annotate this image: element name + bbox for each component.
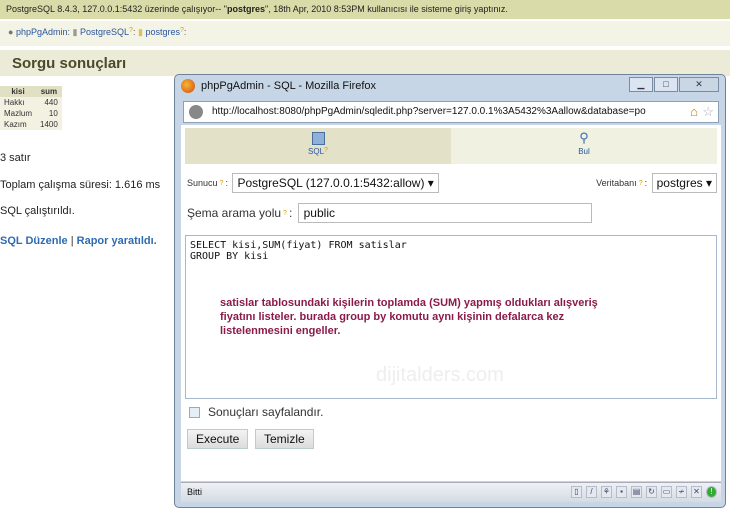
runtime: Toplam çalışma süresi: 1.616 ms	[0, 179, 161, 191]
row-count: 3 satır	[0, 152, 31, 164]
firefox-popup-window: phpPgAdmin - SQL - Mozilla Firefox ▁ □ ✕ h…	[174, 74, 726, 508]
executed-message: SQL çalıştırıldı.	[0, 205, 75, 217]
tab-find[interactable]: ⚲ Bul	[451, 128, 717, 164]
elephant-icon: ●	[8, 27, 14, 37]
paginate-checkbox[interactable]	[189, 406, 200, 418]
table-row: Mazlum 10	[0, 108, 62, 119]
status-bar: Bitti ▯ / ⚘ ▪ ▤ ↻ ▭ ≁ ✕!	[181, 482, 721, 502]
close-button[interactable]: ✕	[679, 77, 719, 92]
server-select[interactable]: PostgreSQL (127.0.0.1:5432:allow) ▾	[232, 173, 439, 193]
table-row: Kazım 1400	[0, 119, 62, 130]
sql-textarea[interactable]: SELECT kisi,SUM(fiyat) FROM satislar GRO…	[185, 235, 717, 399]
chart-icon[interactable]: ≁	[676, 486, 687, 498]
login-status-bar: PostgreSQL 8.4.3, 127.0.0.1:5432 üzerind…	[0, 0, 730, 19]
refresh-icon[interactable]: ↻	[646, 486, 657, 498]
schema-search-path-input[interactable]	[297, 203, 592, 223]
print-icon[interactable]: ▤	[631, 486, 642, 498]
report-link[interactable]: Rapor yaratıldı.	[77, 235, 157, 247]
page-icon[interactable]: ▯	[571, 486, 582, 498]
bookmark-star-icon[interactable]: ☆	[702, 104, 714, 120]
save-icon[interactable]: ▪	[616, 486, 627, 498]
window-title: phpPgAdmin - SQL - Mozilla Firefox	[181, 79, 376, 93]
annotation-note: satislar tablosundaki kişilerin toplamda…	[220, 297, 598, 337]
results-table: kisi sum Hakkı 440 Mazlum 10 Kazım 1400	[0, 86, 62, 130]
sql-icon	[311, 132, 325, 145]
action-links: SQL Düzenle | Rapor yaratıldı.	[0, 235, 157, 247]
tab-sql[interactable]: SQL?	[185, 128, 451, 164]
watermark: dijitalders.com	[376, 364, 504, 386]
firefox-icon	[181, 79, 195, 93]
breadcrumb-server[interactable]: PostgreSQL	[80, 27, 129, 37]
breadcrumb-app[interactable]: phpPgAdmin	[16, 27, 68, 37]
database-select[interactable]: postgres ▾	[651, 173, 717, 193]
minimize-button[interactable]: ▁	[629, 77, 653, 92]
breadcrumb: ● phpPgAdmin: ▮ PostgreSQL?: ▮ postgres?…	[0, 21, 730, 46]
pen-icon[interactable]: /	[586, 486, 597, 498]
edit-sql-link[interactable]: SQL Düzenle	[0, 235, 68, 247]
ok-status-icon[interactable]: !	[706, 486, 717, 498]
address-bar[interactable]: http://localhost:8080/phpPgAdmin/sqledit…	[183, 101, 719, 123]
tools-icon[interactable]: ✕	[691, 486, 702, 498]
table-row: Hakkı 440	[0, 97, 62, 108]
maximize-button[interactable]: □	[654, 77, 678, 92]
server-icon: ▮	[72, 27, 78, 37]
home-icon[interactable]: ⌂	[690, 104, 698, 119]
search-icon: ⚲	[579, 130, 589, 145]
clear-button[interactable]: Temizle	[255, 429, 314, 449]
note-icon[interactable]: ▭	[661, 486, 672, 498]
execute-button[interactable]: Execute	[187, 429, 249, 449]
breadcrumb-db[interactable]: postgres	[145, 27, 180, 37]
page-title: Sorgu sonuçları	[0, 50, 730, 76]
site-icon	[189, 105, 203, 119]
database-icon: ▮	[137, 27, 143, 37]
network-icon[interactable]: ⚘	[601, 486, 612, 498]
